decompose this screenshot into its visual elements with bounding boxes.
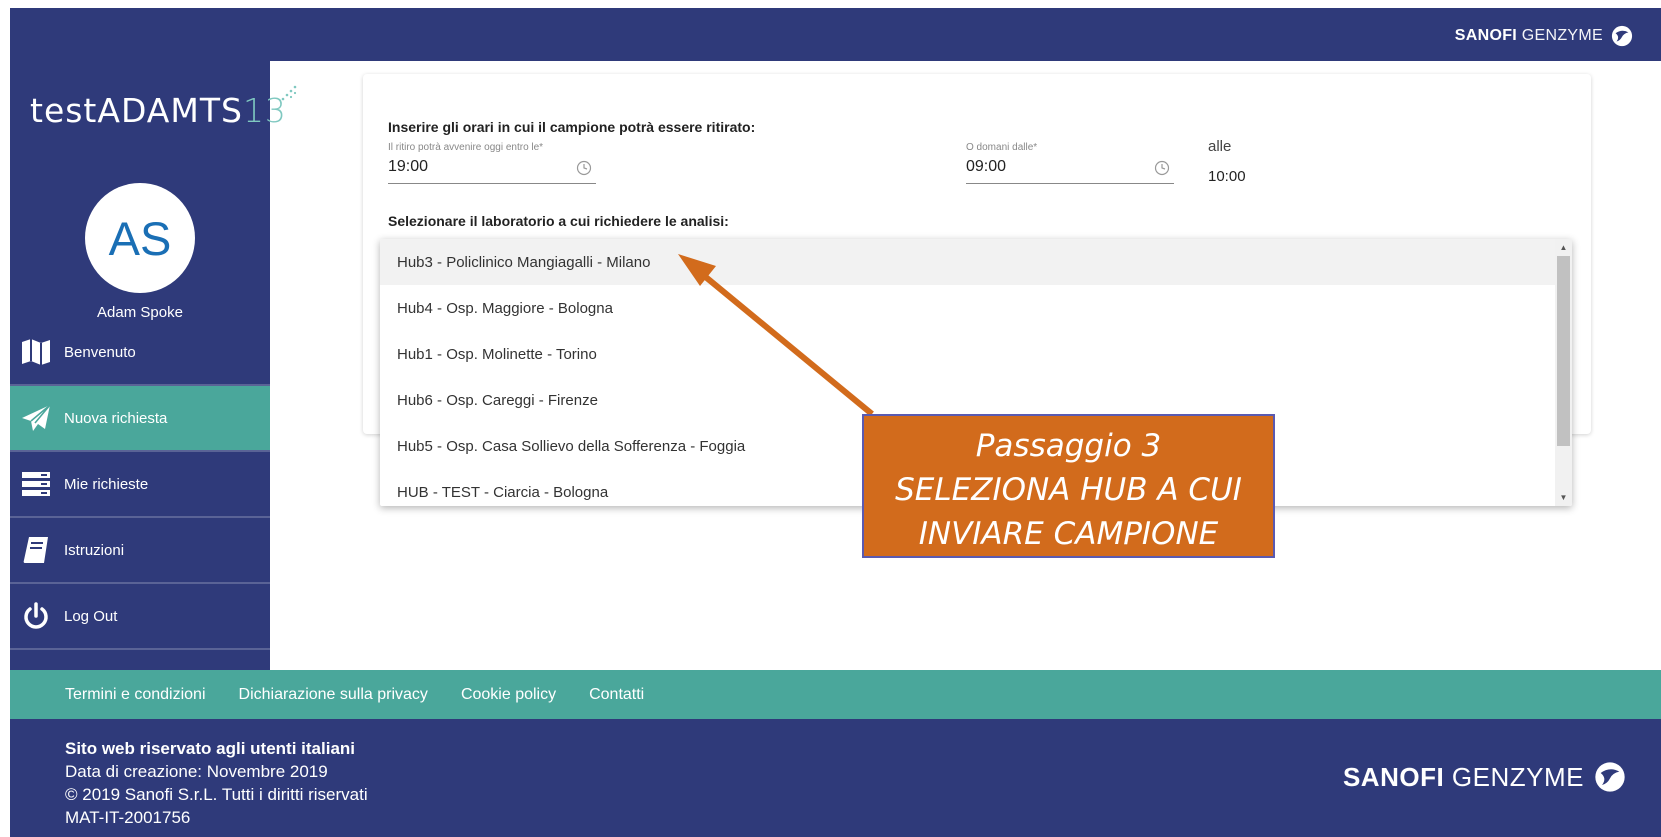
- sidebar-item-mie-richieste[interactable]: Mie richieste: [10, 452, 270, 518]
- app-root: SANOFI GENZYME testADAMTS13 AS Adam Spok…: [10, 8, 1661, 837]
- sidebar: testADAMTS13 AS Adam Spoke Benvenuto Nuo…: [10, 61, 297, 670]
- footer-link-contacts[interactable]: Contatti: [589, 686, 644, 704]
- lab-selection-title: Selezionare il laboratorio a cui richied…: [388, 213, 729, 229]
- paper-plane-icon: [20, 402, 52, 434]
- footer-line-4: MAT-IT-2001756: [65, 808, 191, 827]
- tomorrow-time-label: O domani dalle*: [966, 142, 1038, 153]
- lab-option[interactable]: Hub1 - Osp. Molinette - Torino: [380, 331, 1572, 377]
- clock-icon: [576, 160, 592, 176]
- footer-line-2: Data di creazione: Novembre 2019: [65, 762, 328, 781]
- footer-link-terms[interactable]: Termini e condizioni: [65, 686, 206, 704]
- annotation-callout: Passaggio 3 SELEZIONA HUB A CUI INVIARE …: [862, 414, 1275, 558]
- callout-line-1: Passaggio 3: [975, 428, 1162, 464]
- user-name: Adam Spoke: [97, 304, 183, 321]
- brand-bold: SANOFI: [1342, 761, 1445, 792]
- sidebar-item-benvenuto[interactable]: Benvenuto: [10, 320, 270, 386]
- book-icon: [20, 534, 52, 566]
- today-time-field[interactable]: 19:00: [388, 154, 596, 184]
- pickup-times-title: Inserire gli orari in cui il campione po…: [388, 119, 756, 135]
- bird-logo-icon: [1611, 25, 1633, 47]
- sidebar-item-label: Mie richieste: [64, 475, 149, 493]
- brand-light: GENZYME: [1451, 761, 1584, 792]
- callout-line-3: INVIARE CAMPIONE: [918, 516, 1219, 552]
- power-icon: [20, 600, 52, 632]
- footer-link-cookie[interactable]: Cookie policy: [461, 686, 556, 704]
- list-icon: [20, 468, 52, 500]
- dropdown-scrollbar[interactable]: ▲ ▼: [1555, 239, 1572, 506]
- footer-link-privacy[interactable]: Dichiarazione sulla privacy: [239, 686, 428, 704]
- app-logo: testADAMTS13: [30, 85, 297, 130]
- scroll-down-icon[interactable]: ▼: [1555, 489, 1572, 506]
- footer-line-1: Sito web riservato agli utenti italiani: [65, 739, 356, 758]
- scroll-up-icon[interactable]: ▲: [1555, 239, 1572, 256]
- logo-text: testADAMTS: [30, 91, 243, 130]
- tomorrow-time-value: 09:00: [966, 158, 1007, 175]
- clock-icon: [1154, 160, 1170, 176]
- sidebar-item-istruzioni[interactable]: Istruzioni: [10, 518, 270, 584]
- sidebar-item-label: Istruzioni: [64, 541, 125, 559]
- brand-bold: SANOFI: [1454, 27, 1518, 44]
- until-time-value[interactable]: 10:00: [1208, 168, 1246, 185]
- scrollbar-thumb[interactable]: [1557, 256, 1570, 446]
- footer-line-3: © 2019 Sanofi S.r.L. Tutti i diritti ris…: [65, 785, 368, 804]
- sidebar-item-label: Benvenuto: [64, 343, 136, 361]
- sidebar-item-label: Nuova richiesta: [64, 409, 168, 427]
- sanofi-genzyme-logo-large: SANOFI GENZYME: [1343, 761, 1626, 793]
- top-bar: SANOFI GENZYME: [10, 8, 1661, 61]
- sidebar-item-label: Log Out: [64, 607, 118, 625]
- until-label: alle: [1208, 138, 1232, 155]
- callout-line-2: SELEZIONA HUB A CUI: [895, 472, 1242, 508]
- lab-option[interactable]: Hub3 - Policlinico Mangiagalli - Milano: [380, 239, 1572, 285]
- avatar[interactable]: AS: [85, 183, 195, 293]
- footer: Sito web riservato agli utenti italiani …: [10, 719, 1661, 837]
- sidebar-item-nuova-richiesta[interactable]: Nuova richiesta: [10, 386, 270, 452]
- today-time-label: Il ritiro potrà avvenire oggi entro le*: [388, 142, 544, 153]
- footer-info: Sito web riservato agli utenti italiani …: [65, 737, 368, 829]
- map-icon: [20, 336, 52, 368]
- bird-logo-icon: [1595, 762, 1625, 792]
- sidebar-item-log-out[interactable]: Log Out: [10, 584, 270, 650]
- lab-option[interactable]: Hub4 - Osp. Maggiore - Bologna: [380, 285, 1572, 331]
- today-time-value: 19:00: [388, 158, 429, 175]
- sidebar-nav: Benvenuto Nuova richiesta Mie richieste …: [10, 320, 270, 650]
- tomorrow-time-field[interactable]: 09:00: [966, 154, 1174, 184]
- sanofi-genzyme-logo-small: SANOFI GENZYME: [1455, 25, 1633, 47]
- brand-light: GENZYME: [1521, 27, 1603, 44]
- footer-links-bar: Termini e condizioni Dichiarazione sulla…: [10, 670, 1661, 719]
- logo-dots-icon: [281, 85, 297, 101]
